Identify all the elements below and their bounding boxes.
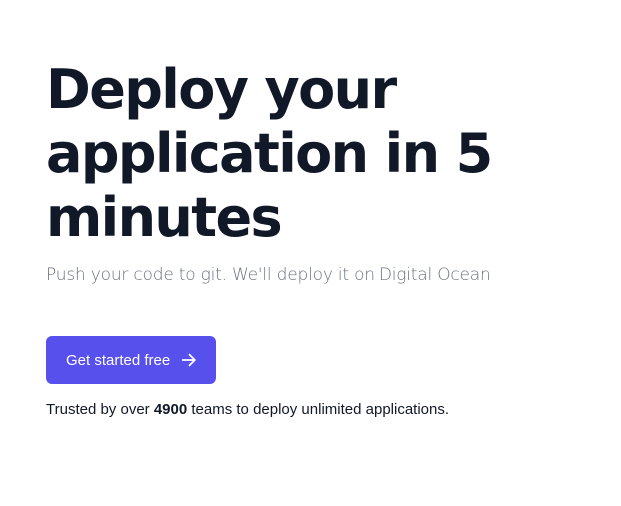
trust-prefix: Trusted by over [46,401,150,418]
hero-subtitle-text: Push your code to git. We'll deploy it o… [46,265,375,285]
hero-section: Deploy your application in 5 minutes Pus… [46,58,606,420]
hero-title: Deploy your application in 5 minutes [46,58,493,249]
trust-line: Trusted by over 4900 teams to deploy unl… [46,400,606,420]
hero-subtitle: Push your code to git. We'll deploy it o… [46,262,606,288]
get-started-button-label: Get started free [66,351,171,369]
trust-suffix: teams to deploy unlimited applications. [191,401,450,418]
hero-subtitle-brand: Digital Ocean [378,265,491,285]
arrow-right-icon [182,353,196,367]
trust-count: 4900 [153,401,188,418]
get-started-button[interactable]: Get started free [46,336,217,384]
